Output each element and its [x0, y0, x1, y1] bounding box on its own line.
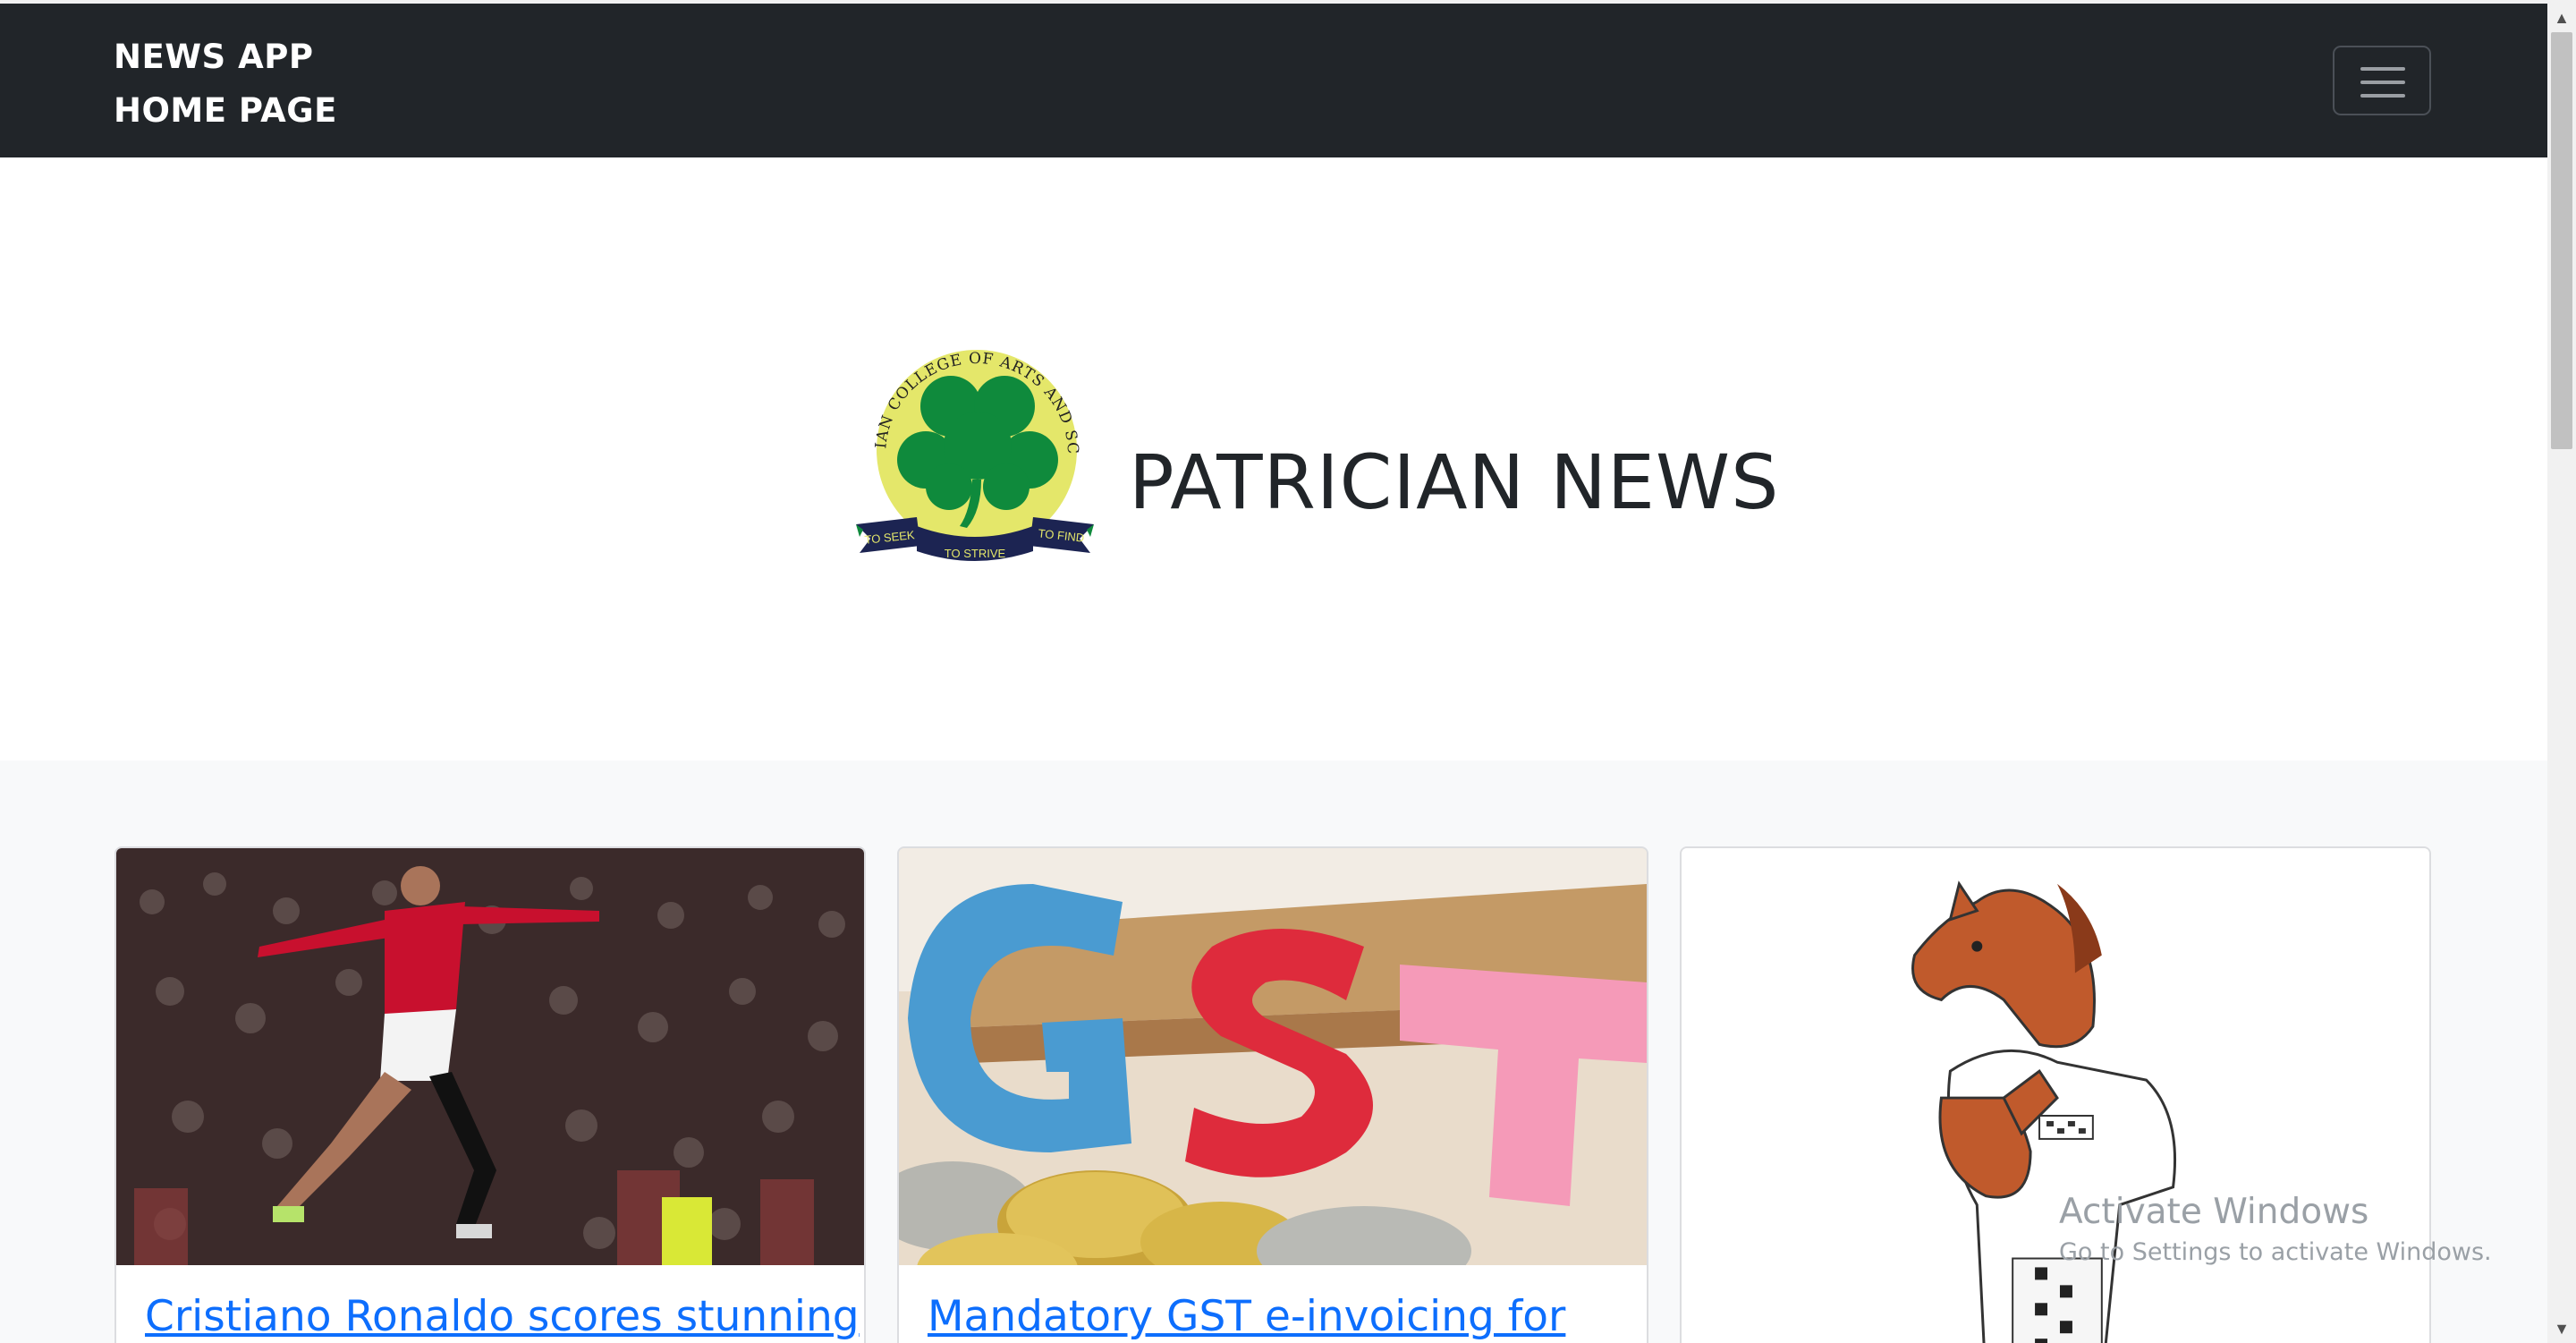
windows-activation-watermark: Activate Windows Go to Settings to activ… [2059, 1190, 2492, 1271]
page: NEWS APP HOME PAGE ▲ ▼ PATRICIAN COLLEGE… [0, 0, 2576, 1343]
watermark-title: Activate Windows [2059, 1192, 2369, 1232]
news-card[interactable]: Mandatory GST e-invoicing for [897, 846, 1648, 1343]
watermark-subtitle: Go to Settings to activate Windows. [2059, 1238, 2492, 1266]
brand-line-1: NEWS APP [114, 38, 314, 76]
navbar: NEWS APP HOME PAGE [0, 4, 2547, 157]
college-logo: PATRICIAN COLLEGE OF ARTS AND SCIENCE [854, 327, 1094, 561]
page-title: PATRICIAN NEWS [1129, 438, 1780, 527]
brand-line-2: HOME PAGE [114, 91, 337, 130]
scrollbar-thumb[interactable] [2551, 32, 2572, 449]
scroll-down-arrow-icon[interactable]: ▼ [2547, 1314, 2576, 1343]
news-card[interactable]: Cristiano Ronaldo scores stunning [114, 846, 866, 1343]
card-title-link[interactable]: Mandatory GST e-invoicing for [928, 1292, 1565, 1341]
gst-letters-coins-photo[interactable] [899, 848, 1647, 1265]
scroll-up-arrow-icon[interactable]: ▲ [2547, 4, 2576, 32]
hero-section: PATRICIAN COLLEGE OF ARTS AND SCIENCE [0, 157, 2547, 761]
navbar-toggler-button[interactable] [2333, 46, 2431, 115]
vertical-scrollbar[interactable]: ▲ ▼ [2547, 0, 2576, 1343]
svg-text:TO STRIVE: TO STRIVE [945, 547, 1006, 560]
navbar-brand[interactable]: NEWS APP HOME PAGE [114, 30, 337, 138]
footballer-celebrating-photo[interactable] [116, 848, 864, 1265]
card-title-link[interactable]: Cristiano Ronaldo scores stunning [145, 1292, 860, 1341]
